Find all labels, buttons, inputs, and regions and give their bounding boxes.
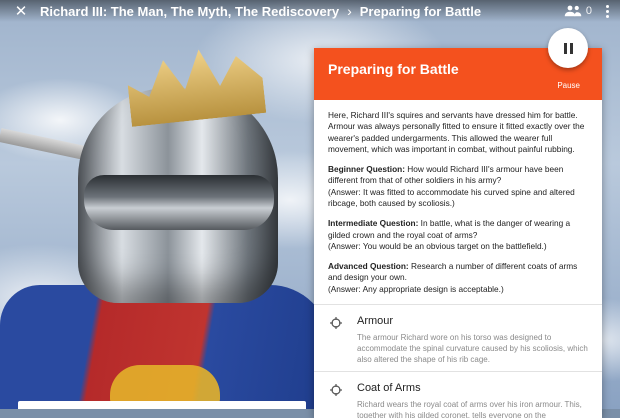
top-bar-actions: 0 (564, 4, 610, 18)
panel-body: Here, Richard III's squires and servants… (314, 100, 602, 295)
breadcrumb-tour-title[interactable]: Richard III: The Man, The Myth, The Redi… (40, 4, 339, 19)
pause-label: Pause (557, 81, 580, 90)
breadcrumb-current-scene: Preparing for Battle (359, 3, 482, 19)
people-icon (564, 5, 582, 17)
chevron-right-icon: › (347, 3, 352, 19)
poi-title: Armour (357, 314, 394, 327)
more-vert-icon[interactable] (604, 4, 610, 18)
question-answer: (Answer: You would be an obvious target … (328, 240, 547, 251)
advanced-question: Advanced Question: Research a number of … (328, 261, 588, 295)
poi-title: Coat of Arms (357, 382, 421, 395)
poi-description: The armour Richard wore on his torso was… (357, 332, 588, 364)
royal-tunic (0, 285, 330, 409)
target-icon (330, 384, 342, 397)
scene-info-panel: Preparing for Battle Pause Here, Richard… (314, 48, 602, 418)
points-of-interest-list: Armour The armour Richard wore on his to… (314, 303, 602, 418)
question-answer: (Answer: It was fitted to accommodate hi… (328, 186, 575, 208)
helmet-visor (84, 175, 274, 230)
viewer-count: 0 (585, 5, 592, 17)
pause-icon-bar (569, 42, 573, 54)
pause-button[interactable] (548, 28, 588, 68)
people-button[interactable]: 0 (564, 4, 592, 18)
beginner-question: Beginner Question: How would Richard III… (328, 164, 588, 209)
poi-armour[interactable]: Armour The armour Richard wore on his to… (314, 305, 602, 373)
bottom-card[interactable] (18, 401, 306, 409)
intermediate-question: Intermediate Question: In battle, what i… (328, 218, 588, 252)
question-label: Intermediate Question: (328, 218, 419, 229)
poi-description: Richard wears the royal coat of arms ove… (357, 400, 582, 418)
question-answer: (Answer: Any appropriate design is accep… (328, 283, 504, 294)
panel-title: Preparing for Battle (328, 61, 459, 77)
top-bar: ✕ Richard III: The Man, The Myth, The Re… (0, 0, 620, 22)
intro-text: Here, Richard III's squires and servants… (328, 110, 585, 154)
target-icon (330, 316, 342, 329)
question-label: Advanced Question: (328, 261, 409, 272)
lion-emblem (110, 365, 220, 405)
question-label: Beginner Question: (328, 164, 405, 175)
close-icon[interactable]: ✕ (10, 2, 32, 20)
poi-coat-of-arms[interactable]: Coat of Arms Richard wears the royal coa… (314, 372, 602, 418)
pause-icon (563, 42, 567, 54)
